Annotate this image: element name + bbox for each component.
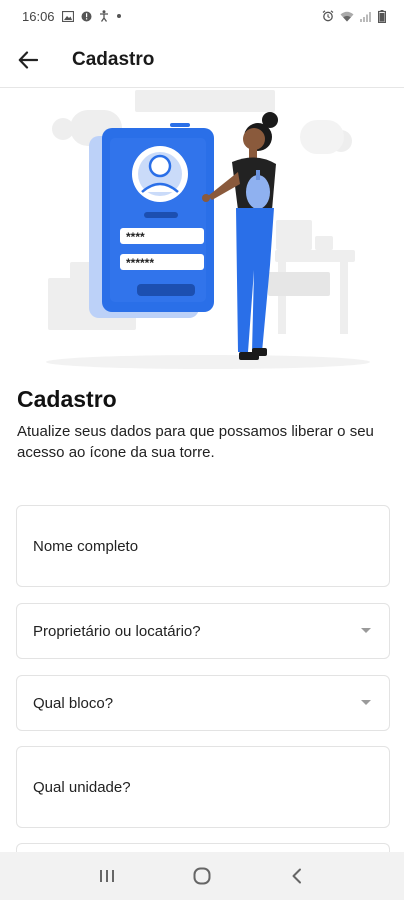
back-button[interactable] xyxy=(14,46,42,74)
owner-tenant-select[interactable]: Proprietário ou locatário? xyxy=(16,603,390,659)
dot-icon xyxy=(116,14,121,18)
alert-icon xyxy=(81,11,92,21)
chevron-down-icon xyxy=(361,700,371,705)
recent-apps-icon xyxy=(100,870,115,882)
phone-graphic xyxy=(89,123,214,318)
alarm-icon xyxy=(322,10,334,22)
owner-tenant-label: Proprietário ou locatário? xyxy=(33,622,201,640)
system-nav-bar xyxy=(0,852,404,900)
form-heading: Cadastro xyxy=(17,386,117,412)
signal-icon xyxy=(360,11,371,22)
app-title: Cadastro xyxy=(72,48,155,70)
name-field-label: Nome completo xyxy=(33,537,139,555)
battery-icon xyxy=(378,9,386,23)
back-icon xyxy=(292,868,301,884)
status-right xyxy=(322,9,386,23)
recent-apps-button[interactable] xyxy=(87,856,127,896)
image-icon xyxy=(61,10,74,22)
block-select[interactable]: Qual bloco? xyxy=(16,675,390,731)
home-icon xyxy=(193,867,211,885)
form-subtitle: Atualize seus dados para que possamos li… xyxy=(17,423,374,461)
nav-back-button[interactable] xyxy=(277,856,317,896)
pin-dots: **** xyxy=(126,230,145,244)
login-illustration: **** ****** xyxy=(46,90,370,369)
status-time: 16:06 xyxy=(22,8,55,24)
status-bar: 16:06 xyxy=(0,0,404,32)
unit-field[interactable]: Qual unidade? xyxy=(16,746,390,828)
app-bar: Cadastro xyxy=(0,32,404,88)
password-dots: ****** xyxy=(126,256,154,270)
home-button[interactable] xyxy=(182,856,222,896)
status-left: 16:06 xyxy=(22,9,122,24)
accessibility-icon xyxy=(99,10,108,22)
arrow-left-icon xyxy=(18,50,38,69)
wifi-icon xyxy=(340,11,354,21)
unit-field-label: Qual unidade? xyxy=(33,778,131,796)
name-field[interactable]: Nome completo xyxy=(16,505,390,587)
chevron-down-icon xyxy=(361,628,371,633)
block-label: Qual bloco? xyxy=(33,694,114,712)
